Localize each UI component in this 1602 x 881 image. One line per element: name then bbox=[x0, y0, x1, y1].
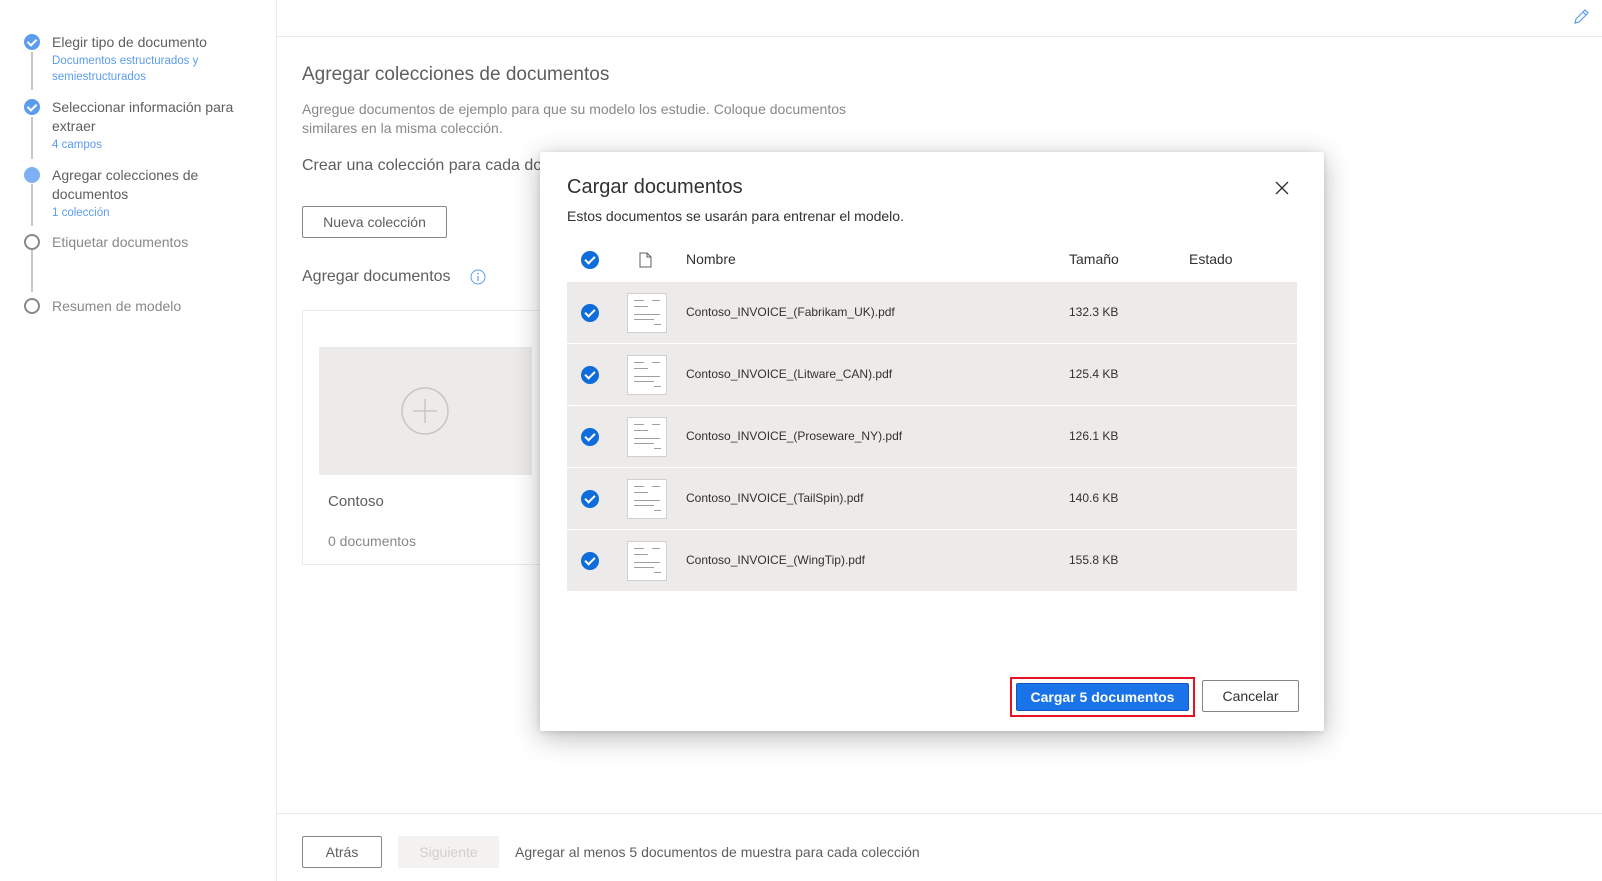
file-row[interactable]: Contoso_INVOICE_(Litware_CAN).pdf 125.4 … bbox=[567, 344, 1297, 406]
step-connector bbox=[31, 184, 33, 226]
collection-card[interactable]: Contoso 0 documentos bbox=[302, 310, 542, 565]
document-thumbnail-icon bbox=[627, 355, 667, 395]
document-thumbnail-icon bbox=[627, 541, 667, 581]
edit-pencil-icon[interactable] bbox=[1572, 8, 1590, 26]
file-list: Contoso_INVOICE_(Fabrikam_UK).pdf 132.3 … bbox=[567, 282, 1297, 592]
step-subtitle: Documentos estructurados y semiestructur… bbox=[52, 55, 199, 83]
step-title: Resumen de modelo bbox=[52, 298, 182, 314]
file-size: 126.1 KB bbox=[1069, 429, 1119, 443]
row-checkbox[interactable] bbox=[581, 552, 599, 570]
cancel-button[interactable]: Cancelar bbox=[1202, 680, 1299, 712]
file-row[interactable]: Contoso_INVOICE_(WingTip).pdf 155.8 KB bbox=[567, 530, 1297, 592]
row-checkbox[interactable] bbox=[581, 366, 599, 384]
row-checkbox[interactable] bbox=[581, 490, 599, 508]
file-size: 125.4 KB bbox=[1069, 367, 1119, 381]
step-connector bbox=[31, 250, 33, 292]
document-thumbnail-icon bbox=[627, 417, 667, 457]
file-size: 155.8 KB bbox=[1069, 553, 1119, 567]
add-icon bbox=[401, 387, 449, 435]
info-icon[interactable] bbox=[470, 269, 486, 285]
column-header-name[interactable]: Nombre bbox=[686, 251, 736, 267]
step-complete-icon bbox=[24, 99, 40, 115]
dialog-description: Estos documentos se usarán para entrenar… bbox=[567, 208, 904, 224]
step-connector bbox=[31, 52, 33, 90]
page-description: Agregue documentos de ejemplo para que s… bbox=[302, 101, 847, 136]
collection-drop-area[interactable] bbox=[319, 347, 532, 475]
step-pending-icon bbox=[24, 234, 40, 250]
wizard-sidebar: Elegir tipo de documento Documentos estr… bbox=[0, 0, 277, 881]
select-all-checkbox[interactable] bbox=[581, 251, 599, 269]
back-button[interactable]: Atrás bbox=[302, 836, 382, 868]
file-name: Contoso_INVOICE_(WingTip).pdf bbox=[686, 553, 865, 567]
upload-documents-button[interactable]: Cargar 5 documentos bbox=[1016, 683, 1189, 711]
step-subtitle: 4 campos bbox=[52, 139, 102, 151]
file-name: Contoso_INVOICE_(Proseware_NY).pdf bbox=[686, 429, 903, 443]
section-heading: Crear una colección para cada do bbox=[302, 157, 543, 174]
file-size: 132.3 KB bbox=[1069, 305, 1119, 319]
upload-documents-dialog: Cargar documentos Estos documentos se us… bbox=[540, 152, 1324, 731]
top-bar bbox=[277, 0, 1602, 37]
row-checkbox[interactable] bbox=[581, 428, 599, 446]
column-header-status[interactable]: Estado bbox=[1189, 251, 1233, 267]
collection-document-count: 0 documentos bbox=[328, 533, 416, 549]
step-title: Agregar colecciones de documentos bbox=[52, 167, 199, 202]
document-thumbnail-icon bbox=[627, 293, 667, 333]
step-title: Seleccionar información para extraer bbox=[52, 99, 234, 134]
dialog-title: Cargar documentos bbox=[567, 176, 743, 198]
wizard-footer: Atrás Siguiente Agregar al menos 5 docum… bbox=[277, 813, 1602, 881]
document-thumbnail-icon bbox=[627, 479, 667, 519]
new-collection-button[interactable]: Nueva colección bbox=[302, 206, 447, 238]
step-current-icon bbox=[24, 167, 40, 183]
step-connector bbox=[31, 117, 33, 159]
footer-hint: Agregar al menos 5 documentos de muestra… bbox=[515, 844, 920, 860]
file-row[interactable]: Contoso_INVOICE_(Fabrikam_UK).pdf 132.3 … bbox=[567, 282, 1297, 344]
close-icon[interactable] bbox=[1274, 180, 1290, 196]
next-button[interactable]: Siguiente bbox=[398, 836, 499, 868]
step-complete-icon bbox=[24, 34, 40, 50]
page-title: Agregar colecciones de documentos bbox=[302, 64, 610, 85]
file-type-icon bbox=[639, 252, 652, 268]
step-pending-icon bbox=[24, 298, 40, 314]
file-size: 140.6 KB bbox=[1069, 491, 1119, 505]
file-name: Contoso_INVOICE_(Fabrikam_UK).pdf bbox=[686, 305, 895, 319]
file-row[interactable]: Contoso_INVOICE_(Proseware_NY).pdf 126.1… bbox=[567, 406, 1297, 468]
step-subtitle: 1 colección bbox=[52, 207, 110, 219]
column-header-size[interactable]: Tamaño bbox=[1069, 251, 1119, 267]
collection-name: Contoso bbox=[328, 493, 384, 510]
step-title: Elegir tipo de documento bbox=[52, 34, 207, 50]
file-name: Contoso_INVOICE_(TailSpin).pdf bbox=[686, 491, 864, 505]
step-title: Etiquetar documentos bbox=[52, 234, 189, 250]
add-documents-heading: Agregar documentos bbox=[302, 268, 451, 285]
file-row[interactable]: Contoso_INVOICE_(TailSpin).pdf 140.6 KB bbox=[567, 468, 1297, 530]
file-name: Contoso_INVOICE_(Litware_CAN).pdf bbox=[686, 367, 893, 381]
row-checkbox[interactable] bbox=[581, 304, 599, 322]
upload-button-highlight: Cargar 5 documentos bbox=[1010, 677, 1195, 717]
